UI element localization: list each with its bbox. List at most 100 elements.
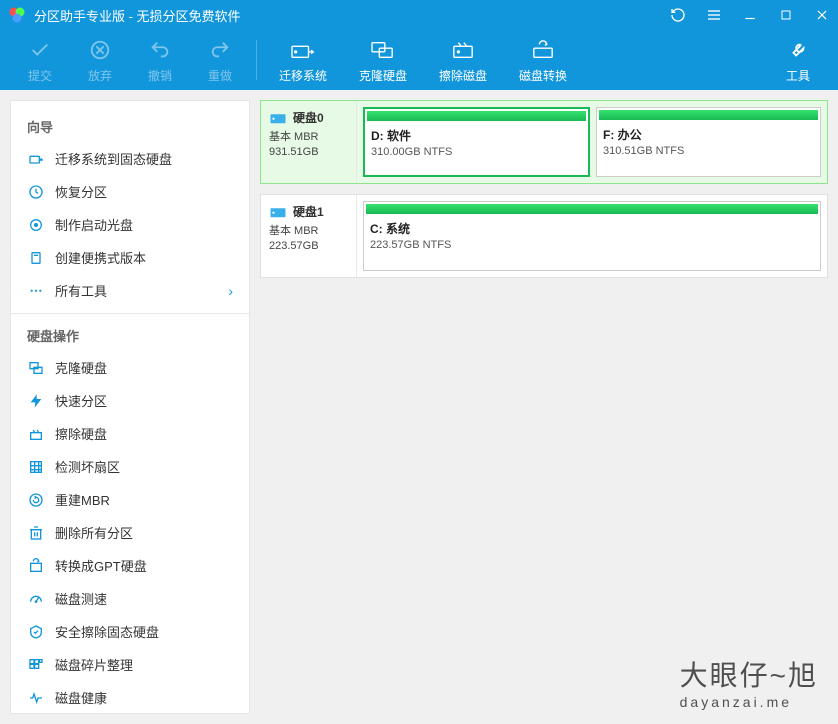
tools-button[interactable]: 工具 [768, 32, 828, 88]
partition-label: C: 系统 [364, 216, 820, 237]
disk-name: 硬盘0 [293, 109, 324, 126]
sidebar-item-label: 磁盘健康 [55, 688, 107, 707]
migrate-icon [290, 37, 316, 63]
disk-list: 硬盘0基本 MBR931.51GBD: 软件310.00GB NTFSF: 办公… [250, 90, 838, 724]
redo-icon [209, 37, 231, 63]
partition-size: 310.51GB NTFS [597, 143, 820, 161]
wipe-icon [450, 37, 476, 63]
discard-button[interactable]: 放弃 [70, 32, 130, 88]
sidebar-diskops-item[interactable]: 重建MBR [11, 483, 249, 516]
title-bar: 分区助手专业版 - 无损分区免费软件 [0, 0, 838, 30]
partition[interactable]: C: 系统223.57GB NTFS [363, 201, 821, 271]
rebuildmbr-icon [27, 491, 45, 509]
close-icon[interactable] [814, 7, 830, 23]
sidebar-diskops-item[interactable]: 磁盘碎片整理 [11, 648, 249, 681]
disk-row[interactable]: 硬盘0基本 MBR931.51GBD: 软件310.00GB NTFSF: 办公… [260, 100, 828, 184]
wipe-disk-button[interactable]: 擦除磁盘 [423, 32, 503, 88]
usage-bar [367, 111, 586, 121]
sidebar-item-label: 制作启动光盘 [55, 215, 133, 234]
sidebar-diskops-item[interactable]: 安全擦除固态硬盘 [11, 615, 249, 648]
sidebar-diskops-item[interactable]: 转换成GPT硬盘 [11, 549, 249, 582]
main-area: 向导 迁移系统到固态硬盘恢复分区制作启动光盘创建便携式版本 ⋯ 所有工具 › 硬… [0, 90, 838, 724]
partition[interactable]: D: 软件310.00GB NTFS [363, 107, 590, 177]
defrag-icon [27, 656, 45, 674]
partition-area: C: 系统223.57GB NTFS [357, 195, 827, 277]
disk-convert-button[interactable]: 磁盘转换 [503, 32, 583, 88]
disk-size: 223.57GB [269, 240, 319, 252]
partition-label: F: 办公 [597, 122, 820, 143]
clone-icon [27, 359, 45, 377]
sidebar-diskops-item[interactable]: 克隆硬盘 [11, 351, 249, 384]
disk-icon [269, 111, 287, 125]
sidebar-wizard-item[interactable]: 恢复分区 [11, 175, 249, 208]
all-tools-icon: ⋯ [27, 282, 45, 300]
partition-size: 223.57GB NTFS [364, 237, 820, 255]
disk-type: 基本 MBR [269, 222, 319, 238]
usage-bar [366, 204, 818, 214]
minimize-icon[interactable] [742, 7, 758, 23]
commit-button[interactable]: 提交 [10, 32, 70, 88]
check-icon [29, 37, 51, 63]
disk-row[interactable]: 硬盘1基本 MBR223.57GBC: 系统223.57GB NTFS [260, 194, 828, 278]
health-icon [27, 689, 45, 707]
disk-type: 基本 MBR [269, 128, 319, 144]
sidebar-wizard-item[interactable]: 制作启动光盘 [11, 208, 249, 241]
migrate-icon [27, 150, 45, 168]
clone-icon [370, 37, 396, 63]
toolbar: 提交 放弃 撤销 重做 迁移系统 克隆硬盘 擦除磁盘 磁盘转换 工具 [0, 30, 838, 90]
sidebar-item-label: 迁移系统到固态硬盘 [55, 149, 172, 168]
cancel-icon [89, 37, 111, 63]
app-logo-icon [8, 6, 26, 24]
sidebar-divider [11, 313, 249, 314]
chevron-right-icon: › [228, 283, 233, 299]
redo-button[interactable]: 重做 [190, 32, 250, 88]
sidebar-diskops-item[interactable]: 磁盘健康 [11, 681, 249, 714]
maximize-icon[interactable] [778, 7, 794, 23]
partition[interactable]: F: 办公310.51GB NTFS [596, 107, 821, 177]
migrate-system-button[interactable]: 迁移系统 [263, 32, 343, 88]
sidebar-item-label: 创建便携式版本 [55, 248, 146, 267]
quickpart-icon [27, 392, 45, 410]
recover-icon [27, 183, 45, 201]
sidebar-wizard-item[interactable]: 创建便携式版本 [11, 241, 249, 274]
disk-info: 硬盘0 基本 MBR 931.51GB [261, 101, 357, 183]
sidebar-item-all-tools[interactable]: ⋯ 所有工具 › [11, 274, 249, 307]
sidebar-diskops-item[interactable]: 擦除硬盘 [11, 417, 249, 450]
watermark-line2: dayanzai.me [680, 694, 818, 710]
usage-bar [599, 110, 818, 120]
clone-disk-button[interactable]: 克隆硬盘 [343, 32, 423, 88]
sidebar-item-label: 检测坏扇区 [55, 457, 120, 476]
secureerase-icon [27, 623, 45, 641]
undo-button[interactable]: 撤销 [130, 32, 190, 88]
sidebar-diskops-item[interactable]: 删除所有分区 [11, 516, 249, 549]
sidebar-item-label: 磁盘测速 [55, 589, 107, 608]
sidebar-item-label: 所有工具 [55, 281, 107, 300]
sidebar-item-label: 快速分区 [55, 391, 107, 410]
togpt-icon [27, 557, 45, 575]
sidebar-wizard-item[interactable]: 迁移系统到固态硬盘 [11, 142, 249, 175]
convert-icon [530, 37, 556, 63]
sidebar: 向导 迁移系统到固态硬盘恢复分区制作启动光盘创建便携式版本 ⋯ 所有工具 › 硬… [10, 100, 250, 714]
deleteall-icon [27, 524, 45, 542]
bootcd-icon [27, 216, 45, 234]
watermark-line1: 大眼仔~旭 [680, 654, 818, 694]
wizard-section-title: 向导 [11, 111, 249, 142]
sidebar-item-label: 重建MBR [55, 490, 110, 509]
refresh-icon[interactable] [670, 7, 686, 23]
sidebar-item-label: 克隆硬盘 [55, 358, 107, 377]
disk-icon [269, 205, 287, 219]
menu-icon[interactable] [706, 7, 722, 23]
badsector-icon [27, 458, 45, 476]
toolbar-separator [256, 40, 257, 80]
sidebar-diskops-item[interactable]: 快速分区 [11, 384, 249, 417]
diskops-section-title: 硬盘操作 [11, 320, 249, 351]
sidebar-diskops-item[interactable]: 磁盘测速 [11, 582, 249, 615]
sidebar-diskops-item[interactable]: 检测坏扇区 [11, 450, 249, 483]
sidebar-item-label: 转换成GPT硬盘 [55, 556, 147, 575]
partition-size: 310.00GB NTFS [365, 144, 588, 162]
watermark: 大眼仔~旭 dayanzai.me [680, 654, 818, 710]
wipe-icon [27, 425, 45, 443]
partition-label: D: 软件 [365, 123, 588, 144]
disk-size: 931.51GB [269, 146, 319, 158]
portable-icon [27, 249, 45, 267]
